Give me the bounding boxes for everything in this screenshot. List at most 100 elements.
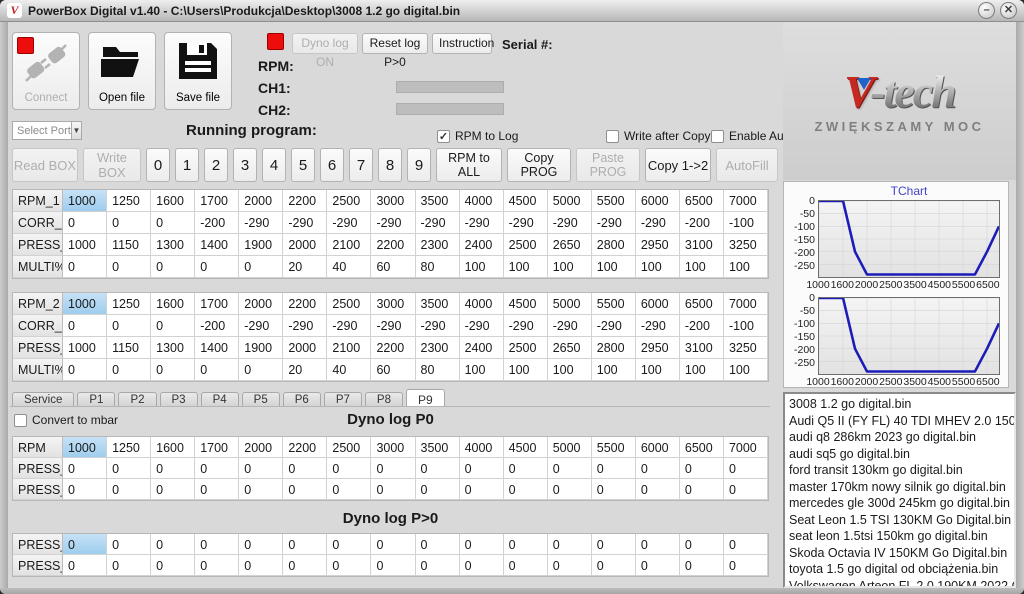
table-cell[interactable]: 1150 (107, 234, 151, 256)
table-cell[interactable]: 0 (63, 359, 107, 381)
write-box-button[interactable]: Write BOX (83, 148, 141, 182)
table-cell[interactable]: 0 (636, 555, 680, 576)
table-cell[interactable]: 4500 (504, 293, 548, 315)
table-cell[interactable]: 0 (63, 315, 107, 337)
table-cell[interactable]: 0 (151, 256, 195, 278)
digit-button-5[interactable]: 5 (291, 148, 315, 182)
table-cell[interactable]: 2650 (548, 234, 592, 256)
table-cell[interactable]: -290 (592, 212, 636, 234)
table-cell[interactable]: 100 (680, 256, 724, 278)
table-cell[interactable]: 0 (63, 555, 107, 576)
table-cell[interactable]: 100 (460, 256, 504, 278)
table-cell[interactable]: -290 (460, 315, 504, 337)
table-cell[interactable]: 1000 (63, 234, 107, 256)
table-cell[interactable]: 6500 (680, 293, 724, 315)
table-cell[interactable]: 0 (107, 315, 151, 337)
reset-log-button[interactable]: Reset log P>0 (362, 33, 428, 54)
table-cell[interactable]: 2500 (327, 293, 371, 315)
tab-p6[interactable]: P6 (283, 392, 321, 407)
table-cell[interactable]: -290 (548, 212, 592, 234)
table-cell[interactable]: -290 (636, 315, 680, 337)
table-cell[interactable]: 100 (504, 256, 548, 278)
table-cell[interactable]: 3000 (371, 437, 415, 458)
table-cell[interactable]: 5500 (592, 293, 636, 315)
file-list-item[interactable]: ford transit 130km go digital.bin (789, 462, 1014, 479)
table-cell[interactable]: 0 (460, 458, 504, 479)
write-after-copy-checkbox[interactable]: Write after Copy (606, 129, 710, 143)
table-cell[interactable]: 0 (283, 479, 327, 500)
table-cell[interactable]: 7000 (724, 437, 768, 458)
table-cell[interactable]: 0 (636, 479, 680, 500)
rpm-to-all-button[interactable]: RPM to ALL (436, 148, 502, 182)
table-cell[interactable]: 80 (416, 256, 460, 278)
autofill-button[interactable]: AutoFill (716, 148, 778, 182)
table-cell[interactable]: 1300 (151, 337, 195, 359)
table-cell[interactable]: -290 (239, 315, 283, 337)
paste-prog-button[interactable]: Paste PROG (576, 148, 640, 182)
table-cell[interactable]: 0 (283, 534, 327, 555)
table-cell[interactable]: 40 (327, 256, 371, 278)
table-cell[interactable]: 1000 (63, 437, 107, 458)
tab-p7[interactable]: P7 (324, 392, 362, 407)
table-cell[interactable]: 0 (460, 555, 504, 576)
digit-button-7[interactable]: 7 (349, 148, 373, 182)
table-cell[interactable]: 1600 (151, 190, 195, 212)
table-cell[interactable]: 2300 (416, 234, 460, 256)
table-cell[interactable]: 0 (416, 479, 460, 500)
table-cell[interactable]: 0 (504, 534, 548, 555)
table-cell[interactable]: -290 (592, 315, 636, 337)
table-cell[interactable]: 0 (63, 212, 107, 234)
table-cell[interactable]: 5500 (592, 437, 636, 458)
tab-p2[interactable]: P2 (118, 392, 156, 407)
table-cell[interactable]: 100 (636, 256, 680, 278)
table-cell[interactable]: 3100 (680, 337, 724, 359)
digit-button-2[interactable]: 2 (204, 148, 228, 182)
table-cell[interactable]: 3000 (371, 190, 415, 212)
file-list-item[interactable]: Seat Leon 1.5 TSI 130KM Go Digital.bin (789, 512, 1014, 529)
table-cell[interactable]: 4500 (504, 437, 548, 458)
table-cell[interactable]: 0 (107, 256, 151, 278)
table-cell[interactable]: 0 (151, 479, 195, 500)
table-cell[interactable]: -290 (239, 212, 283, 234)
table-cell[interactable]: -200 (195, 315, 239, 337)
table-cell[interactable]: 80 (416, 359, 460, 381)
table-cell[interactable]: 20 (283, 256, 327, 278)
table-cell[interactable]: 0 (63, 458, 107, 479)
table-cell[interactable]: -290 (636, 212, 680, 234)
table-cell[interactable]: -290 (548, 315, 592, 337)
table-cell[interactable]: -290 (371, 315, 415, 337)
table-cell[interactable]: 100 (724, 256, 768, 278)
table-cell[interactable]: 0 (460, 534, 504, 555)
table-cell[interactable]: 20 (283, 359, 327, 381)
minimize-icon[interactable]: – (978, 2, 995, 19)
rpm-to-log-checkbox[interactable]: ✓ RPM to Log (437, 129, 518, 143)
table-cell[interactable]: 2400 (460, 234, 504, 256)
table-cell[interactable]: 2000 (239, 190, 283, 212)
table-cell[interactable]: 3500 (416, 190, 460, 212)
table-cell[interactable]: 3500 (416, 293, 460, 315)
digit-button-1[interactable]: 1 (175, 148, 199, 182)
table-cell[interactable]: 2200 (283, 293, 327, 315)
table-cell[interactable]: -290 (327, 315, 371, 337)
file-list-item[interactable]: 3008 1.2 go digital.bin (789, 396, 1014, 413)
table-cell[interactable]: 100 (636, 359, 680, 381)
tab-p4[interactable]: P4 (201, 392, 239, 407)
table-cell[interactable]: 0 (592, 479, 636, 500)
table-cell[interactable]: 2950 (636, 234, 680, 256)
dyno-log-on-button[interactable]: Dyno log ON (292, 33, 358, 54)
table-cell[interactable]: 2500 (504, 337, 548, 359)
table-cell[interactable]: 0 (548, 555, 592, 576)
file-list-item[interactable]: audi q8 286km 2023 go digital.bin (789, 429, 1014, 446)
table-cell[interactable]: -290 (416, 212, 460, 234)
save-file-button[interactable]: Save file (164, 32, 232, 110)
chevron-down-icon[interactable]: ▼ (71, 122, 81, 139)
table-cell[interactable]: 0 (724, 555, 768, 576)
tab-p5[interactable]: P5 (242, 392, 280, 407)
table-cell[interactable]: 0 (460, 479, 504, 500)
table-cell[interactable]: 60 (371, 359, 415, 381)
table-cell[interactable]: 0 (416, 458, 460, 479)
table-cell[interactable]: 1250 (107, 293, 151, 315)
file-list-item[interactable]: seat leon 1.5tsi 150km go digital.bin (789, 528, 1014, 545)
table-cell[interactable]: 2100 (327, 337, 371, 359)
table-cell[interactable]: 1900 (239, 337, 283, 359)
